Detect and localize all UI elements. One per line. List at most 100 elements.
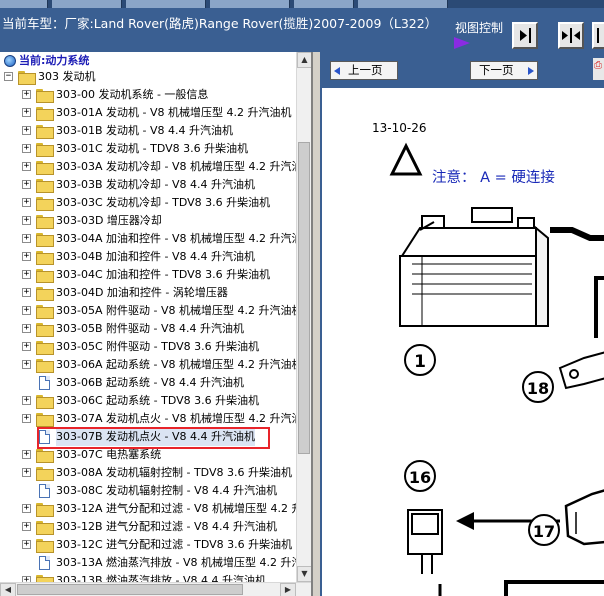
folder-icon: [36, 197, 54, 211]
tree-item[interactable]: +303-07A 发动机点火 - V8 机械增压型 4.2 升汽油机: [0, 410, 296, 428]
header-bar: 当前车型：厂家:Land Rover(路虎)Range Rover(揽胜)200…: [0, 0, 604, 52]
expand-right-button[interactable]: [512, 22, 538, 49]
tree-item-label: 303-01A 发动机 - V8 机械增压型 4.2 升汽油机: [56, 106, 292, 119]
vehicle-title: 当前车型：厂家:Land Rover(路虎)Range Rover(揽胜)200…: [2, 16, 438, 31]
tree-item[interactable]: +303-12C 进气分配和过滤 - TDV8 3.6 升柴油机: [0, 536, 296, 554]
tree-item[interactable]: 303-13A 燃油蒸汽排放 - V8 机械增压型 4.2 升汽油机: [0, 554, 296, 572]
expand-icon[interactable]: +: [22, 144, 31, 153]
expand-icon[interactable]: +: [22, 342, 31, 351]
folder-icon: [36, 413, 54, 427]
tree-item[interactable]: +303-04B 加油和控件 - V8 4.4 升汽油机: [0, 248, 296, 266]
expand-icon[interactable]: +: [22, 522, 31, 531]
folder-icon: [36, 179, 54, 193]
tree-item[interactable]: +303-08A 发动机辐射控制 - TDV8 3.6 升柴油机: [0, 464, 296, 482]
tree-item[interactable]: +303-04A 加油和控件 - V8 机械增压型 4.2 升汽油机: [0, 230, 296, 248]
tree-item-label: 303-06A 起动系统 - V8 机械增压型 4.2 升汽油机: [56, 358, 296, 371]
tree-item[interactable]: +303-12A 进气分配和过滤 - V8 机械增压型 4.2 升汽油机: [0, 500, 296, 518]
next-page-button[interactable]: 下一页: [470, 61, 538, 80]
expand-icon[interactable]: +: [22, 504, 31, 513]
tree-item[interactable]: +303-12B 进气分配和过滤 - V8 4.4 升汽油机: [0, 518, 296, 536]
document-icon: [39, 484, 50, 498]
tree-item[interactable]: +303-03A 发动机冷却 - V8 机械增压型 4.2 升汽油机: [0, 158, 296, 176]
tree-item[interactable]: +303-04D 加油和控件 - 涡轮增压器: [0, 284, 296, 302]
top-tab[interactable]: [52, 0, 122, 8]
expand-icon[interactable]: +: [22, 324, 31, 333]
tree-item-label: 303-04D 加油和控件 - 涡轮增压器: [56, 286, 228, 299]
tree-item[interactable]: +303-03D 增压器冷却: [0, 212, 296, 230]
tree-item[interactable]: +303-06C 起动系统 - TDV8 3.6 升柴油机: [0, 392, 296, 410]
app-window: 当前车型：厂家:Land Rover(路虎)Range Rover(揽胜)200…: [0, 0, 604, 596]
expand-icon[interactable]: +: [22, 468, 31, 477]
folder-icon: [36, 251, 54, 265]
expand-icon[interactable]: +: [22, 360, 31, 369]
tree-panel: 当前:动力系统 − 303 发动机 +303-00 发动机系统 - 一般信息 +3…: [0, 52, 313, 596]
top-tab[interactable]: [358, 0, 448, 8]
top-tab[interactable]: [294, 0, 354, 8]
tree-item-label: 303-03B 发动机冷却 - V8 4.4 升汽油机: [56, 178, 255, 191]
expand-icon[interactable]: +: [22, 108, 31, 117]
top-tab[interactable]: [210, 0, 290, 8]
expand-icon[interactable]: +: [22, 180, 31, 189]
scroll-up-icon[interactable]: ▲: [297, 52, 311, 68]
folder-icon: [36, 125, 54, 139]
expand-icon[interactable]: +: [22, 162, 31, 171]
expand-icon[interactable]: +: [22, 540, 31, 549]
vertical-scroll-thumb[interactable]: [298, 142, 310, 454]
tree-item-label: 303-05C 附件驱动 - TDV8 3.6 升柴油机: [56, 340, 260, 353]
prev-page-button[interactable]: 上一页: [330, 61, 398, 80]
scroll-right-icon[interactable]: ▶: [280, 583, 296, 596]
tree-item[interactable]: +303-05A 附件驱动 - V8 机械增压型 4.2 升汽油机: [0, 302, 296, 320]
tree-item[interactable]: +303-03B 发动机冷却 - V8 4.4 升汽油机: [0, 176, 296, 194]
tree-item[interactable]: +303-01C 发动机 - TDV8 3.6 升柴油机: [0, 140, 296, 158]
tree-item[interactable]: +303-06A 起动系统 - V8 机械增压型 4.2 升汽油机: [0, 356, 296, 374]
split-view-button[interactable]: [558, 22, 584, 49]
top-tab[interactable]: [126, 0, 206, 8]
tree-item[interactable]: +303-05B 附件驱动 - V8 4.4 升汽油机: [0, 320, 296, 338]
print-icon[interactable]: ⎙: [593, 58, 604, 80]
arrow-right-bar-icon: [520, 28, 531, 43]
arrow-right-icon: [528, 67, 534, 75]
expand-icon[interactable]: +: [22, 252, 31, 261]
document-icon: [39, 376, 50, 390]
tree-node-303[interactable]: − 303 发动机: [0, 68, 296, 86]
tree-item[interactable]: +303-01B 发动机 - V8 4.4 升汽油机: [0, 122, 296, 140]
expand-left-button[interactable]: [592, 22, 604, 49]
scroll-left-icon[interactable]: ◀: [0, 583, 16, 596]
tree-item[interactable]: 303-06B 起动系统 - V8 4.4 升汽油机: [0, 374, 296, 392]
horizontal-scroll-thumb[interactable]: [17, 584, 243, 595]
tree-item[interactable]: +303-01A 发动机 - V8 机械增压型 4.2 升汽油机: [0, 104, 296, 122]
horizontal-scrollbar[interactable]: ◀ ▶: [0, 582, 311, 596]
top-tab[interactable]: [0, 0, 48, 8]
tree-item-label: 303-03C 发动机冷却 - TDV8 3.6 升柴油机: [56, 196, 271, 209]
tree-item-label: 303-12C 进气分配和过滤 - TDV8 3.6 升柴油机: [56, 538, 293, 551]
tree-item[interactable]: +303-00 发动机系统 - 一般信息: [0, 86, 296, 104]
tree-item[interactable]: +303-04C 加油和控件 - TDV8 3.6 升柴油机: [0, 266, 296, 284]
expand-icon[interactable]: +: [22, 90, 31, 99]
vertical-scrollbar[interactable]: ▲ ▼: [296, 52, 311, 582]
expand-icon[interactable]: +: [22, 234, 31, 243]
tree-item[interactable]: +303-03C 发动机冷却 - TDV8 3.6 升柴油机: [0, 194, 296, 212]
tree-item-label: 303-05B 附件驱动 - V8 4.4 升汽油机: [56, 322, 244, 335]
tree-node-label: 303 发动机: [38, 70, 96, 83]
expand-icon[interactable]: +: [22, 216, 31, 225]
tree-item[interactable]: +303-05C 附件驱动 - TDV8 3.6 升柴油机: [0, 338, 296, 356]
document-icon: [39, 556, 50, 570]
tree-item[interactable]: +303-13B 燃油蒸汽排放 - V8 4.4 升汽油机: [0, 572, 296, 582]
expand-icon[interactable]: +: [22, 396, 31, 405]
expand-icon[interactable]: +: [22, 306, 31, 315]
expand-icon[interactable]: +: [22, 198, 31, 207]
folder-open-icon: [18, 71, 36, 85]
expand-icon[interactable]: +: [22, 414, 31, 423]
expand-icon[interactable]: +: [22, 450, 31, 459]
folder-icon: [36, 359, 54, 373]
next-page-label: 下一页: [479, 63, 514, 77]
expand-icon[interactable]: +: [22, 288, 31, 297]
collapse-icon[interactable]: −: [4, 72, 13, 81]
folder-icon: [36, 503, 54, 517]
tree-item[interactable]: 303-08C 发动机辐射控制 - V8 4.4 升汽油机: [0, 482, 296, 500]
expand-icon[interactable]: +: [22, 126, 31, 135]
tree-item-label: 303-03D 增压器冷却: [56, 214, 162, 227]
expand-icon[interactable]: +: [22, 270, 31, 279]
tree-item-label: 303-13B 燃油蒸汽排放 - V8 4.4 升汽油机: [56, 574, 266, 582]
scroll-down-icon[interactable]: ▼: [297, 566, 311, 582]
